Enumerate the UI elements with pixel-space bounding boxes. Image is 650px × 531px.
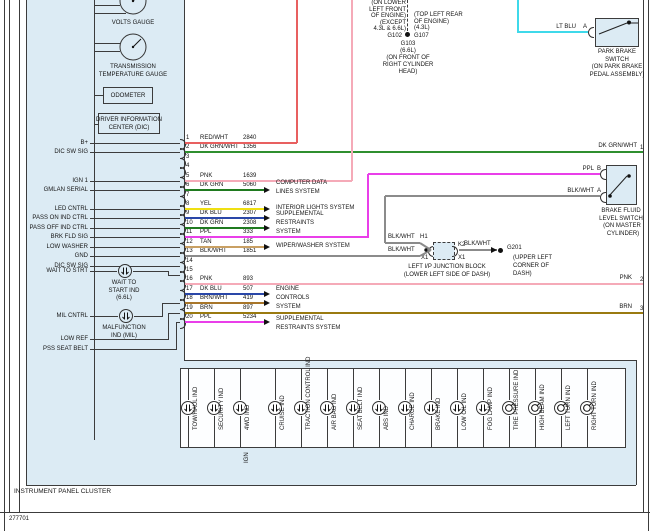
misc-lines-layer [0,0,650,531]
sheet-number: 277701 [9,516,29,522]
wiring-diagram-page: VOLTS GAUGE TRANSMISSION TEMPERATURE GAU… [0,0,650,531]
cluster-caption: INSTRUMENT PANEL CLUSTER [14,489,111,496]
